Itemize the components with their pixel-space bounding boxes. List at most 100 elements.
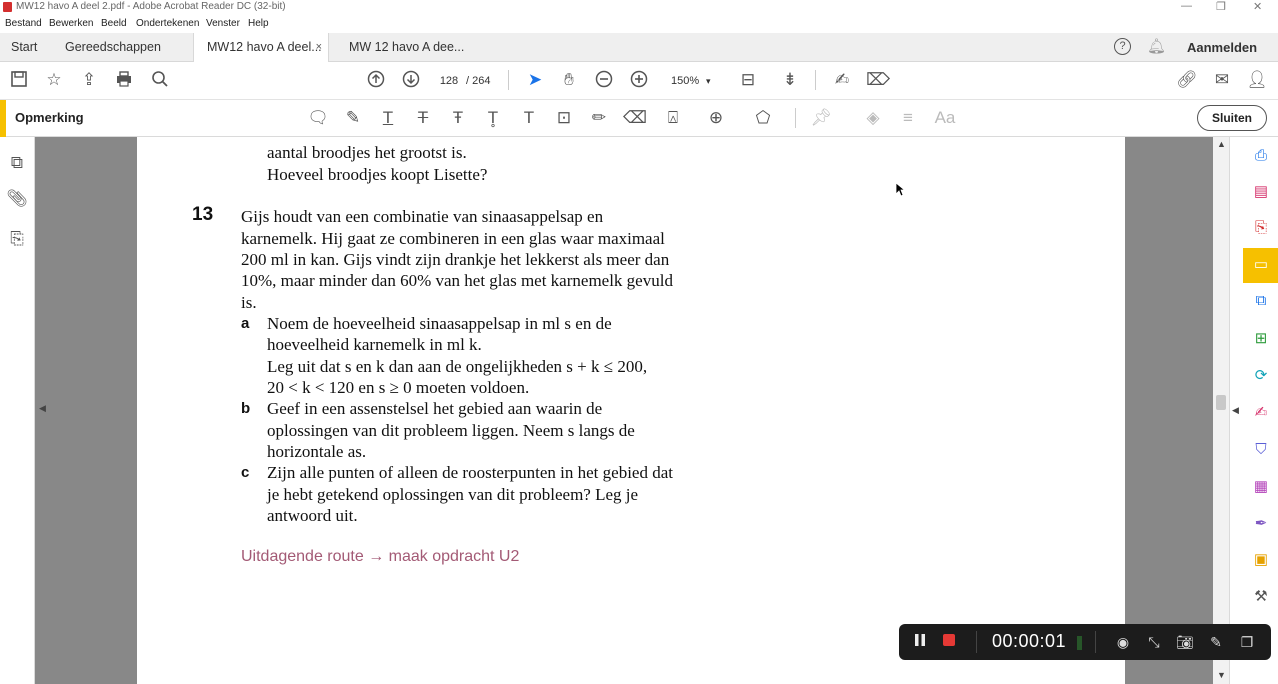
recorder-divider xyxy=(1095,631,1096,653)
scroll-up-icon[interactable]: ▲ xyxy=(1217,139,1226,149)
tab-document-2[interactable]: MW 12 havo A dee... xyxy=(349,33,464,62)
tab-document-active[interactable]: MW12 havo A deel... × xyxy=(193,33,329,62)
tab-tools[interactable]: Gereedschappen xyxy=(65,33,161,62)
subquestion-b-label: b xyxy=(241,400,251,417)
search-icon[interactable] xyxy=(149,70,171,92)
tab-document-active-label: MW12 havo A deel... xyxy=(207,40,322,54)
font-size-icon[interactable]: Aa xyxy=(932,108,958,130)
create-pdf-icon[interactable]: ⎙ xyxy=(1251,146,1271,166)
highlight-icon[interactable]: ✎ xyxy=(342,108,364,130)
close-comment-button[interactable]: Sluiten xyxy=(1197,105,1267,131)
fullscreen-icon[interactable]: ⤡ xyxy=(1144,632,1164,652)
subquestion-a-line: Noem de hoeveelheid sinaasappelsap in ml… xyxy=(267,314,612,333)
previous-page-icon[interactable] xyxy=(365,70,387,92)
page-number-input[interactable]: 128 xyxy=(434,72,464,90)
minimize-button[interactable]: — xyxy=(1181,0,1192,12)
collapse-right-panel-icon[interactable]: ◀ xyxy=(1232,405,1239,416)
question-intro-line: 200 ml in kan. Gijs vindt zijn drankje h… xyxy=(241,250,670,269)
fill-sign-icon[interactable]: ✍︎ xyxy=(831,70,853,92)
pencil-icon[interactable]: ✏︎ xyxy=(588,108,610,130)
edit-pdf-icon[interactable]: ⊞ xyxy=(1251,329,1271,349)
zoom-level-dropdown[interactable]: 150% ▾ xyxy=(663,72,718,90)
eraser-icon[interactable]: ⌫ xyxy=(623,108,647,130)
pin-icon[interactable]: 📌︎ xyxy=(810,108,832,130)
pause-icon[interactable] xyxy=(910,632,930,652)
subquestion-b-line: Geef in een assenstelsel het gebied aan … xyxy=(267,399,603,418)
signin-button[interactable]: Aanmelden xyxy=(1187,33,1257,62)
stamp-icon[interactable]: ⍓ xyxy=(662,108,684,130)
menu-help[interactable]: Help xyxy=(248,18,269,29)
draw-pen-icon[interactable]: ✎ xyxy=(1206,632,1226,652)
scroll-mode-icon[interactable]: ⇟ xyxy=(779,70,801,92)
page-layout-icon[interactable]: ⊟ xyxy=(737,70,759,92)
close-window-button[interactable]: ✕ xyxy=(1253,0,1262,13)
underline-text-icon[interactable]: T xyxy=(377,108,399,130)
replace-text-icon[interactable]: Ŧ xyxy=(447,108,469,130)
previous-question-line: aantal broodjes het grootst is. xyxy=(267,143,467,162)
collapse-left-panel-icon[interactable]: ◀ xyxy=(39,403,46,414)
share-link-icon[interactable]: 🔗︎ xyxy=(1176,70,1198,92)
combine-files-icon[interactable]: ⧉ xyxy=(1251,291,1271,311)
text-box-icon[interactable]: ⊡ xyxy=(553,108,575,130)
add-text-icon[interactable]: T xyxy=(518,108,540,130)
redact-icon[interactable]: ⌦ xyxy=(866,70,890,92)
subquestion-a-line: Leg uit dat s en k dan aan de ongelijkhe… xyxy=(267,357,648,376)
more-tools-icon[interactable]: ⚒︎ xyxy=(1251,587,1271,607)
attach-file-icon[interactable]: ⊕ xyxy=(705,108,727,130)
help-icon[interactable]: ? xyxy=(1114,38,1131,55)
prepare-form-icon[interactable]: ▦ xyxy=(1251,477,1271,497)
recording-timer: 00:00:01 xyxy=(992,631,1067,651)
select-arrow-icon[interactable]: ➤ xyxy=(524,70,546,92)
zoom-out-icon[interactable] xyxy=(593,70,615,92)
compress-pdf-icon[interactable]: ▣ xyxy=(1251,550,1271,570)
hand-tool-icon[interactable]: ✋︎ xyxy=(558,70,580,92)
email-icon[interactable]: ✉︎ xyxy=(1211,70,1233,92)
menu-bestand[interactable]: Bestand xyxy=(5,18,42,29)
acrobat-app-icon xyxy=(3,2,12,12)
zoom-in-icon[interactable] xyxy=(628,70,650,92)
menu-venster[interactable]: Venster xyxy=(206,18,240,29)
star-icon[interactable]: ☆ xyxy=(43,70,65,92)
share-user-icon[interactable]: 👤︎ xyxy=(1246,70,1268,92)
menu-beeld[interactable]: Beeld xyxy=(101,18,127,29)
export-pdf-icon[interactable]: ⎘ xyxy=(1251,218,1271,238)
menu-ondertekenen[interactable]: Ondertekenen xyxy=(136,18,199,29)
send-for-review-icon[interactable]: ⟳ xyxy=(1251,366,1271,386)
scroll-down-icon[interactable]: ▼ xyxy=(1217,670,1226,680)
scrollbar-thumb[interactable] xyxy=(1216,395,1226,410)
maximize-button[interactable]: ❐ xyxy=(1216,0,1226,13)
fill-color-icon[interactable]: ◈ xyxy=(862,108,884,130)
attachments-icon[interactable]: 📎︎ xyxy=(6,189,28,211)
shapes-icon[interactable]: ⬠ xyxy=(752,108,774,130)
sticky-note-icon[interactable]: 🗨︎ xyxy=(307,108,329,130)
cloud-upload-icon[interactable]: ⇪ xyxy=(78,70,100,92)
comment-divider xyxy=(795,108,796,128)
comment-tool-icon[interactable]: ▭ xyxy=(1251,255,1271,275)
security-icon[interactable]: ⎘ xyxy=(6,229,28,251)
page-thumbnails-icon[interactable]: ⧉ xyxy=(6,153,28,175)
camera-screenshot-icon[interactable]: 📷︎ xyxy=(1175,632,1195,652)
notifications-bell-icon[interactable]: 🔔︎ xyxy=(1147,37,1166,55)
vertical-scrollbar[interactable]: ▲ ▼ xyxy=(1213,137,1229,684)
screen-recorder-bar: 00:00:01 ◉ ⤡ 📷︎ ✎ ❐ xyxy=(899,624,1271,660)
print-icon[interactable] xyxy=(113,70,135,92)
strikethrough-icon[interactable]: T xyxy=(412,108,434,130)
line-weight-icon[interactable]: ≡ xyxy=(897,108,919,130)
close-tab-icon[interactable]: × xyxy=(316,33,322,62)
next-page-icon[interactable] xyxy=(400,70,422,92)
pdf-page: aantal broodjes het grootst is. Hoeveel … xyxy=(137,137,1125,684)
fill-and-sign-icon[interactable]: ✍︎ xyxy=(1251,403,1271,423)
menu-bewerken[interactable]: Bewerken xyxy=(49,18,93,29)
tab-start[interactable]: Start xyxy=(11,33,37,62)
request-signature-icon[interactable]: ✒︎ xyxy=(1251,514,1271,534)
protect-shield-icon[interactable]: ⛉ xyxy=(1251,440,1271,460)
toolbar-divider-2 xyxy=(815,70,816,90)
organize-pages-icon[interactable]: ▤ xyxy=(1251,182,1271,202)
minimize-recorder-icon[interactable]: ❐ xyxy=(1237,632,1257,652)
subquestion-a-line: 20 < k < 120 en s ≥ 0 moeten voldoen. xyxy=(267,378,530,397)
webcam-icon[interactable]: ◉ xyxy=(1113,632,1133,652)
save-icon[interactable] xyxy=(8,70,30,92)
toolbar-divider xyxy=(508,70,509,90)
insert-text-icon[interactable]: T̥ xyxy=(482,108,504,130)
stop-record-icon[interactable] xyxy=(939,632,959,652)
